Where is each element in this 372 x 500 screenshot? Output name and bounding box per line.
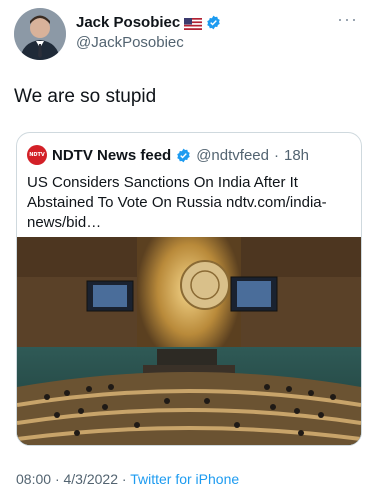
quoted-display-name: NDTV News feed xyxy=(52,146,172,164)
separator: · xyxy=(121,471,127,487)
quoted-media-image[interactable] xyxy=(17,237,361,445)
tweet-time[interactable]: 08:00 xyxy=(16,471,51,487)
quoted-tweet[interactable]: NDTV NDTV News feed @ndtvfeed · 18h US C… xyxy=(16,132,362,446)
quoted-handle: @ndtvfeed xyxy=(196,146,269,164)
us-flag-icon xyxy=(184,17,203,30)
author-names: Jack Posobiec @JackPosobiec xyxy=(76,14,221,51)
quoted-tweet-text: US Considers Sanctions On India After It… xyxy=(27,174,327,231)
tweet-meta: 08:00 · 4/3/2022 · Twitter for iPhone xyxy=(16,471,239,487)
tweet-source-link[interactable]: Twitter for iPhone xyxy=(130,471,239,487)
quoted-time: 18h xyxy=(283,146,310,164)
tweet-date[interactable]: 4/3/2022 xyxy=(64,471,119,487)
more-options-icon[interactable]: ··· xyxy=(337,10,358,28)
ndtv-logo[interactable]: NDTV xyxy=(27,145,47,165)
quoted-tweet-header: NDTV NDTV News feed @ndtvfeed · 18h xyxy=(27,145,309,165)
avatar[interactable] xyxy=(14,8,66,60)
tweet-header: Jack Posobiec @JackPosobiec ··· xyxy=(14,8,362,64)
separator: · xyxy=(54,471,60,487)
verified-badge-icon xyxy=(176,148,191,163)
separator: · xyxy=(273,146,279,164)
verified-badge-icon xyxy=(206,15,221,30)
author-handle[interactable]: @JackPosobiec xyxy=(76,34,221,51)
display-name[interactable]: Jack Posobiec xyxy=(76,14,180,31)
tweet-text: We are so stupid xyxy=(14,86,157,107)
